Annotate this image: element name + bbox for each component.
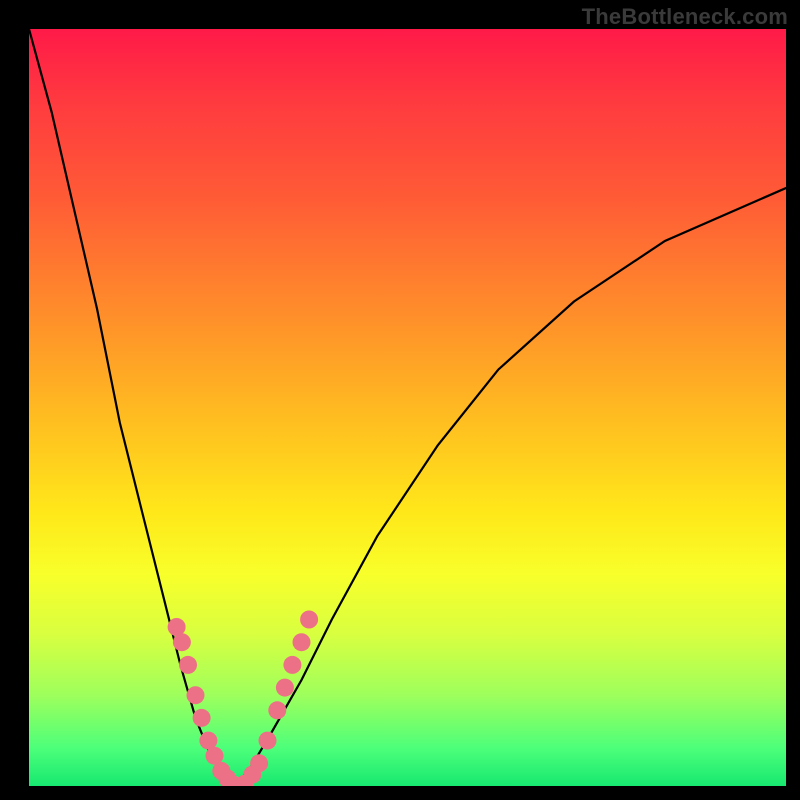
curve-right xyxy=(233,188,786,786)
marker-dot xyxy=(259,732,277,750)
marker-dot xyxy=(268,701,286,719)
bottleneck-curve-right xyxy=(233,188,786,786)
marker-dot xyxy=(283,656,301,674)
marker-dot xyxy=(187,686,205,704)
marker-dot xyxy=(179,656,197,674)
plot-area xyxy=(29,29,786,786)
marker-dot xyxy=(173,633,191,651)
marker-dot xyxy=(193,709,211,727)
highlight-markers xyxy=(168,611,319,787)
marker-dot xyxy=(300,611,318,629)
watermark-text: TheBottleneck.com xyxy=(582,4,788,30)
line-chart-svg xyxy=(29,29,786,786)
marker-dot xyxy=(276,679,294,697)
marker-dot xyxy=(293,633,311,651)
outer-frame: TheBottleneck.com xyxy=(0,0,800,800)
curve-left xyxy=(29,29,233,786)
bottleneck-curve-left xyxy=(29,29,233,786)
marker-dot xyxy=(250,754,268,772)
